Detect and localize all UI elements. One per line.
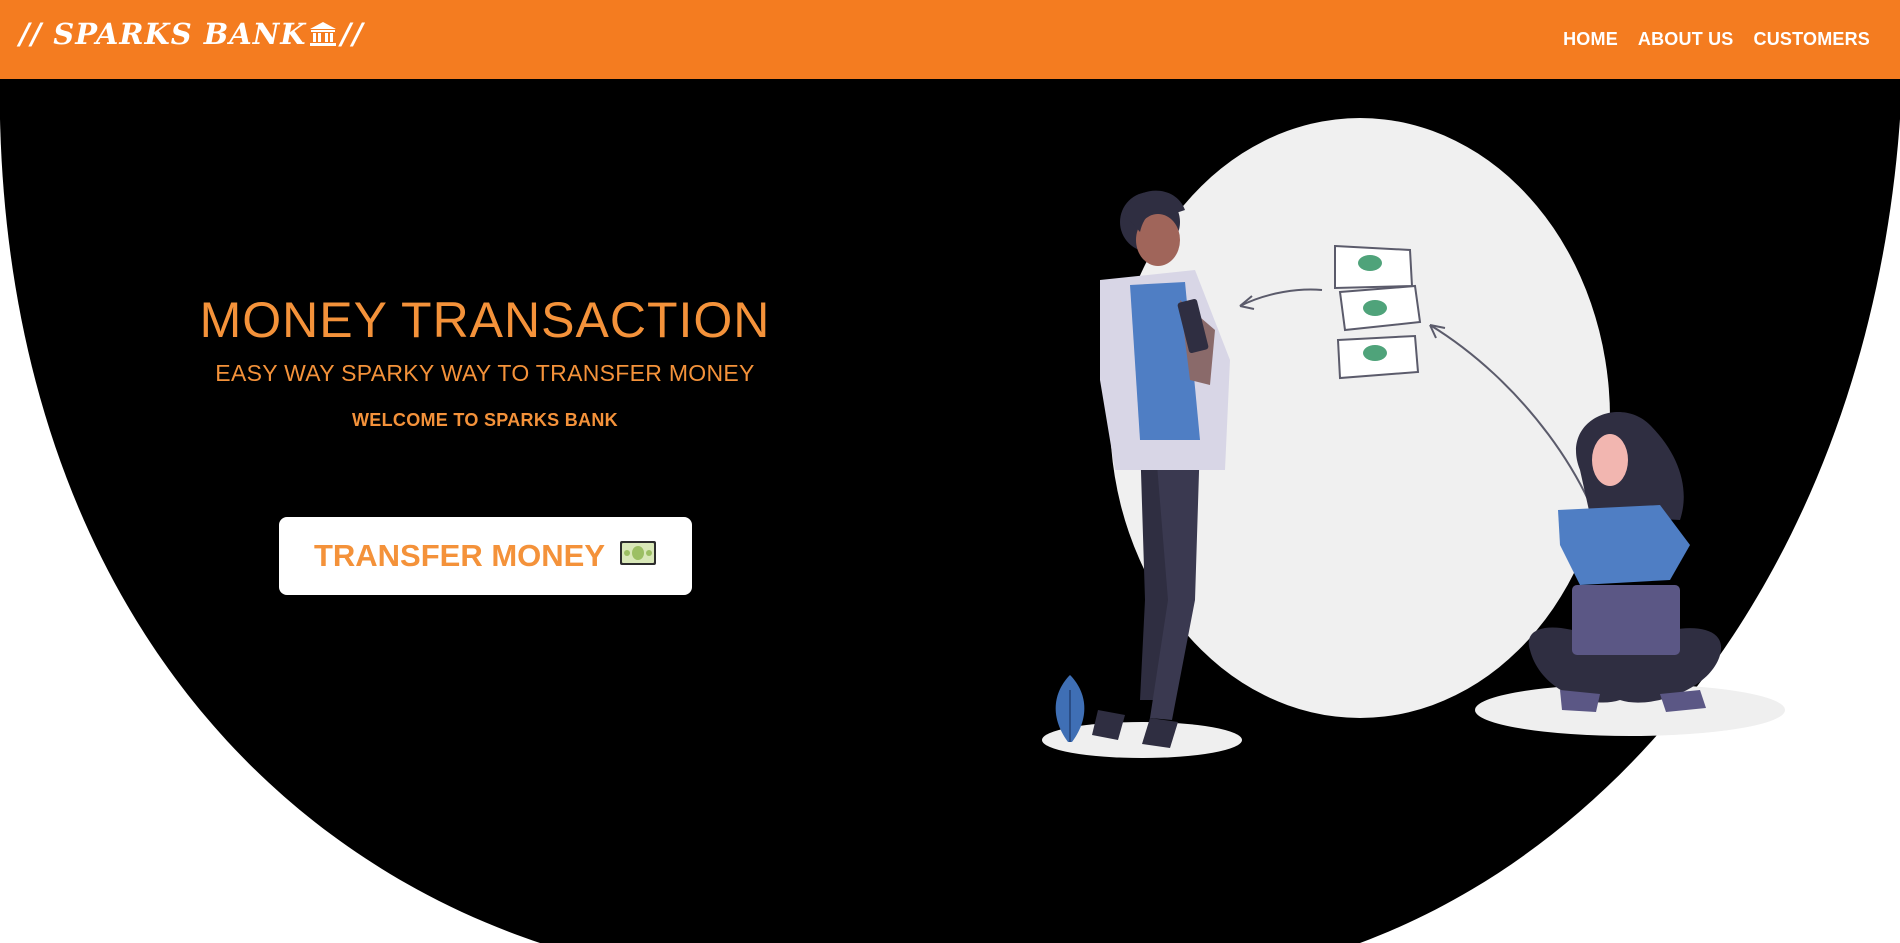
brand-logo[interactable]: // SPARKS BANK // (19, 20, 364, 52)
hero-title: MONEY TRANSACTION (199, 292, 771, 348)
nav-about-us-link[interactable]: ABOUT US (1638, 29, 1734, 50)
money-transfer-illustration (1042, 118, 1785, 758)
hero-subtitle: EASY WAY SPARKY WAY TO TRANSFER MONEY (215, 360, 755, 386)
bank-icon (309, 21, 337, 52)
hero-welcome-text: WELCOME TO SPARKS BANK (352, 410, 618, 430)
dollar-bill-icon (619, 538, 657, 574)
brand-suffix: // (340, 17, 364, 51)
main-nav: HOME ABOUT US CUSTOMERS (1563, 29, 1870, 50)
hero-text-block: MONEY TRANSACTION EASY WAY SPARKY WAY TO… (160, 290, 810, 431)
navbar: // SPARKS BANK // HOME ABOUT US CUSTOMERS (0, 0, 1900, 79)
transfer-money-label: TRANSFER MONEY (313, 538, 606, 573)
nav-home-link[interactable]: HOME (1563, 29, 1618, 50)
brand-prefix: // SPARKS BANK (19, 17, 307, 51)
nav-customers-link[interactable]: CUSTOMERS (1754, 29, 1870, 50)
transfer-money-button[interactable]: TRANSFER MONEY (279, 517, 692, 595)
